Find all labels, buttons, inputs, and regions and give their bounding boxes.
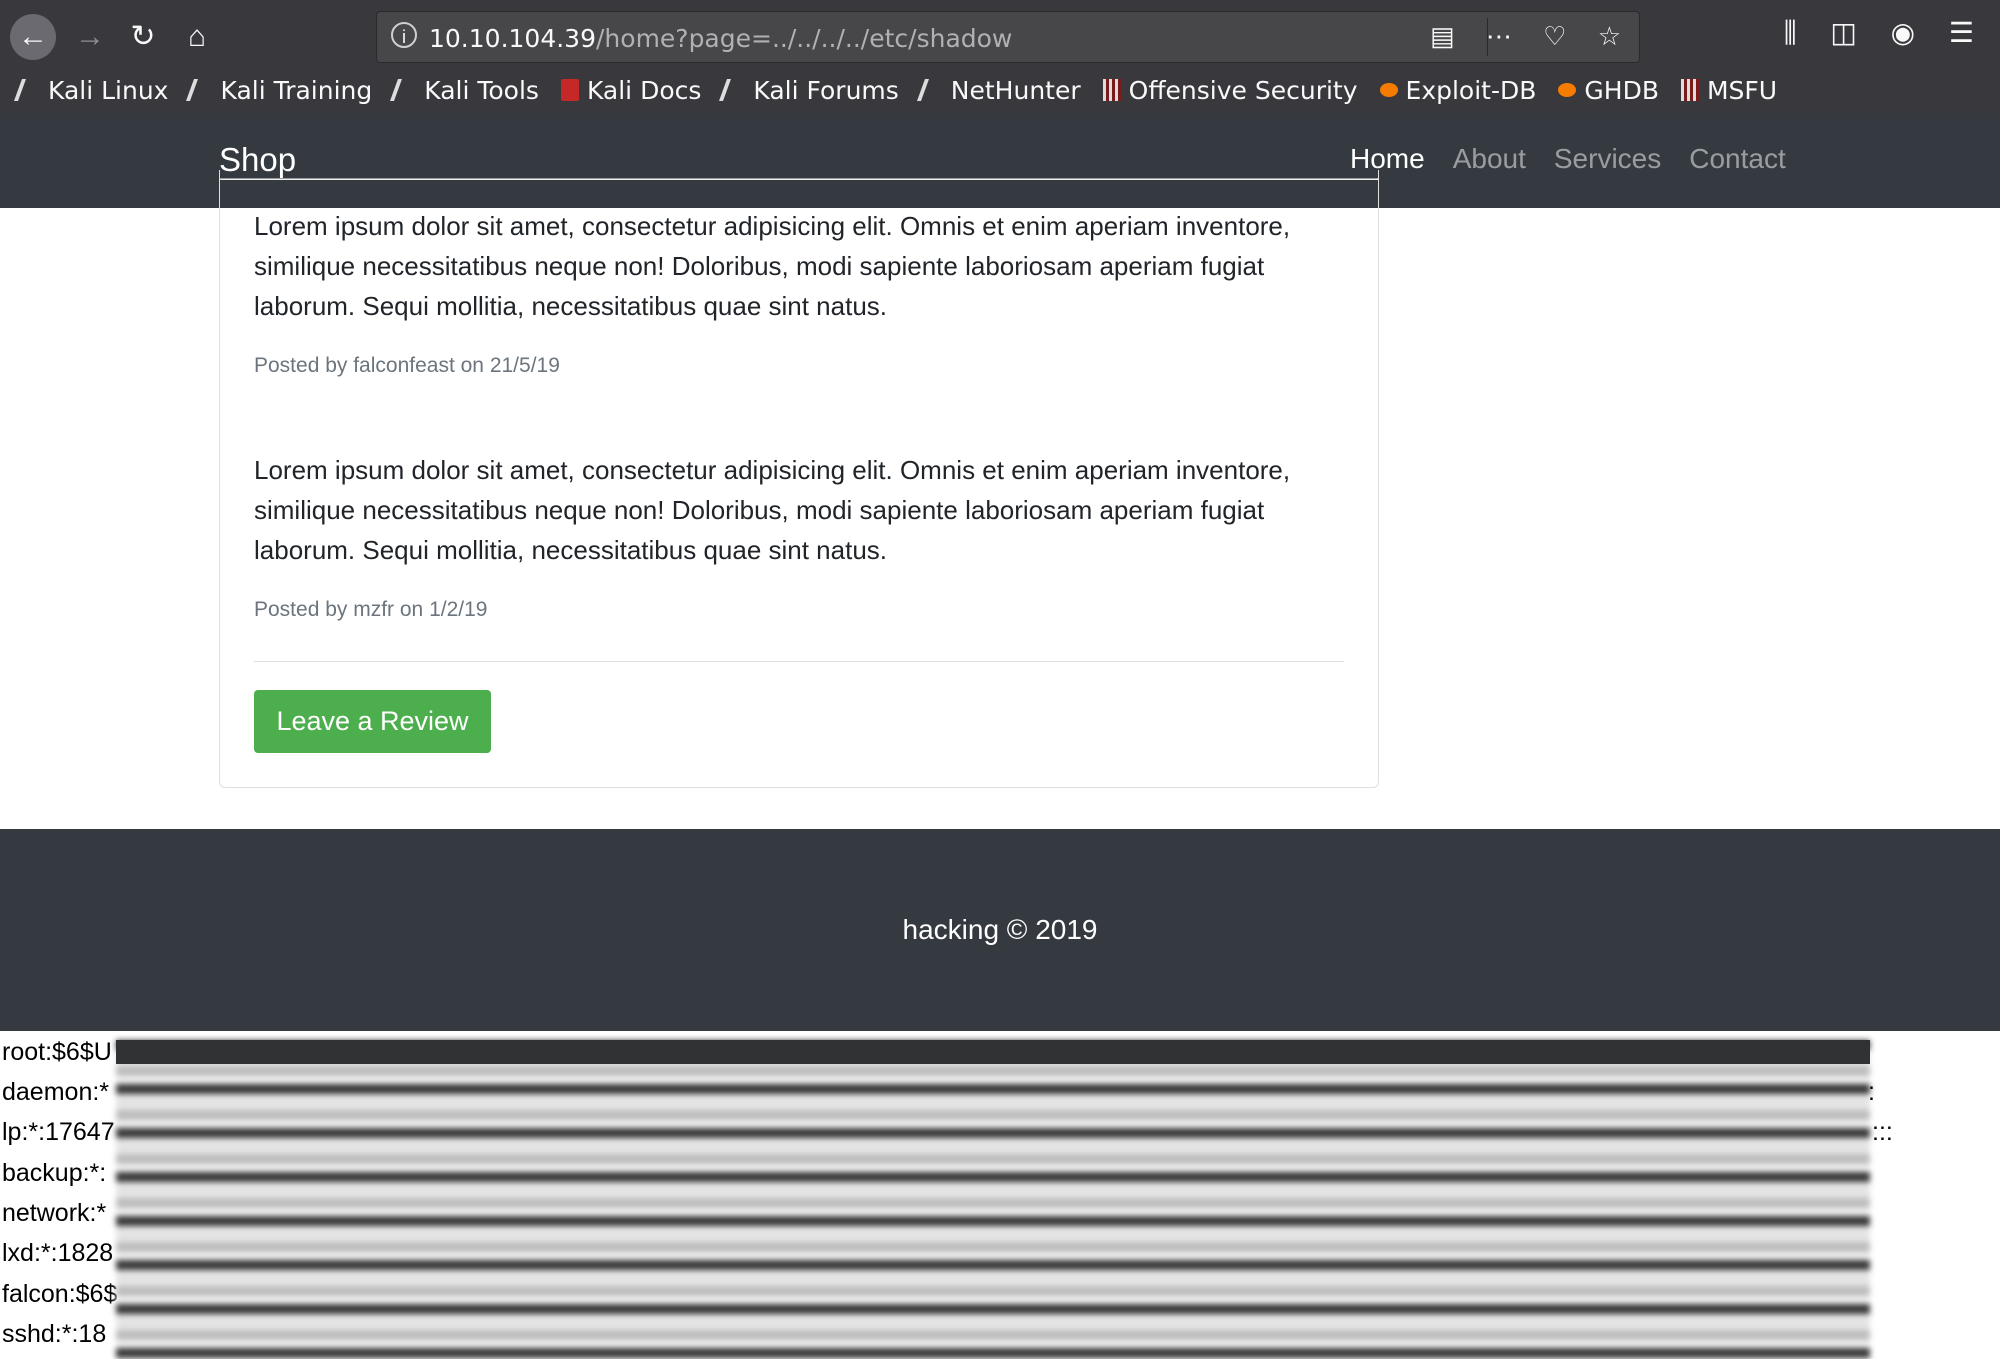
bookmark-kali-forums[interactable]: Kali Forums [719,76,899,105]
exploit-icon [1379,83,1398,97]
review-text: Lorem ipsum dolor sit amet, consectetur … [254,211,1291,321]
library-icon[interactable]: ⫼ [1784,17,1797,50]
home-icon[interactable]: ⌂ [174,14,220,60]
review-meta: Posted by mzfr on 1/2/19 [254,598,488,621]
bookmark-kali-linux[interactable]: Kali Linux [13,76,168,105]
bookmark-msfu[interactable]: MSFU [1680,76,1777,105]
bookmark-kali-tools[interactable]: Kali Tools [390,76,539,105]
leave-review-button[interactable]: Leave a Review [254,690,491,753]
offsec-icon [1102,79,1121,101]
redaction-blur [116,1040,1870,1359]
nav-about[interactable]: About [1453,143,1526,175]
url-host: 10.10.104.39 [429,24,596,53]
shadow-line: root:$6$U [2,1038,112,1066]
browser-toolbar: ← → ↻ ⌂ i 10.10.104.39/home?page=../../.… [0,0,2000,113]
footer-copyright: hacking © 2019 [902,914,1098,945]
review-divider [254,661,1344,662]
review-item: Lorem ipsum dolor sit amet, consectetur … [254,206,1344,378]
reviews-card: Lorem ipsum dolor sit amet, consectetur … [219,170,1379,788]
pocket-icon[interactable]: ♡ [1543,21,1566,52]
shadow-line: lxd:*:1828 [2,1239,114,1267]
exploit-icon [1558,83,1577,97]
shadow-fragment: : [1868,1078,1875,1106]
url-bar[interactable]: i 10.10.104.39/home?page=../../../../etc… [376,11,1640,63]
menu-icon[interactable]: ☰ [1949,16,1974,49]
bookmark-ghdb[interactable]: GHDB [1558,76,1659,105]
review-meta: Posted by falconfeast on 21/5/19 [254,354,560,377]
shadow-line: falcon:$6$ [2,1280,118,1308]
review-text: Lorem ipsum dolor sit amet, consectetur … [254,455,1291,565]
dragon-icon [390,79,421,101]
url-text[interactable]: 10.10.104.39/home?page=../../../../etc/s… [429,24,1012,53]
shadow-fragment: ::: [1872,1118,1893,1146]
review-divider [220,178,1378,180]
dragon-icon [186,79,217,101]
shadow-line: network:* [2,1199,107,1227]
bookmark-offensive-security[interactable]: Offensive Security [1102,76,1358,105]
dragon-icon [719,79,750,101]
shadow-line: backup:*: [2,1159,107,1187]
page-actions-icon[interactable]: ⋯ [1486,21,1512,52]
offsec-icon [1680,79,1699,101]
forward-arrow-icon[interactable]: → [67,14,113,60]
reload-icon[interactable]: ↻ [120,14,166,60]
bookmark-nethunter[interactable]: NetHunter [916,76,1081,105]
bookmark-kali-docs[interactable]: Kali Docs [560,76,701,105]
shadow-line: daemon:* [2,1078,110,1106]
nav-contact[interactable]: Contact [1689,143,1786,175]
review-item: Lorem ipsum dolor sit amet, consectetur … [254,450,1344,622]
site-info-icon[interactable]: i [391,22,417,48]
account-icon[interactable]: ◉ [1891,16,1915,49]
back-arrow-icon[interactable]: ← [10,14,56,60]
site-footer: hacking © 2019 [0,829,2000,1031]
nav-services[interactable]: Services [1554,143,1661,175]
dragon-icon [916,79,947,101]
shadow-line: lp:*:17647 [2,1118,115,1146]
bookmarks-bar: Kali Linux Kali Training Kali Tools Kali… [13,72,1799,108]
sidebar-icon[interactable]: ◫ [1830,16,1856,49]
dragon-icon [13,79,45,101]
bookmark-kali-training[interactable]: Kali Training [186,76,372,105]
reader-view-icon[interactable]: ▤ [1430,21,1455,52]
shadow-line: sshd:*:18 [2,1320,107,1348]
bookmark-exploit-db[interactable]: Exploit-DB [1379,76,1536,105]
url-path: /home?page=../../../../etc/shadow [596,24,1013,53]
bookmark-star-icon[interactable]: ☆ [1598,21,1621,52]
docs-icon [560,79,579,101]
redaction-band [116,1040,1870,1064]
